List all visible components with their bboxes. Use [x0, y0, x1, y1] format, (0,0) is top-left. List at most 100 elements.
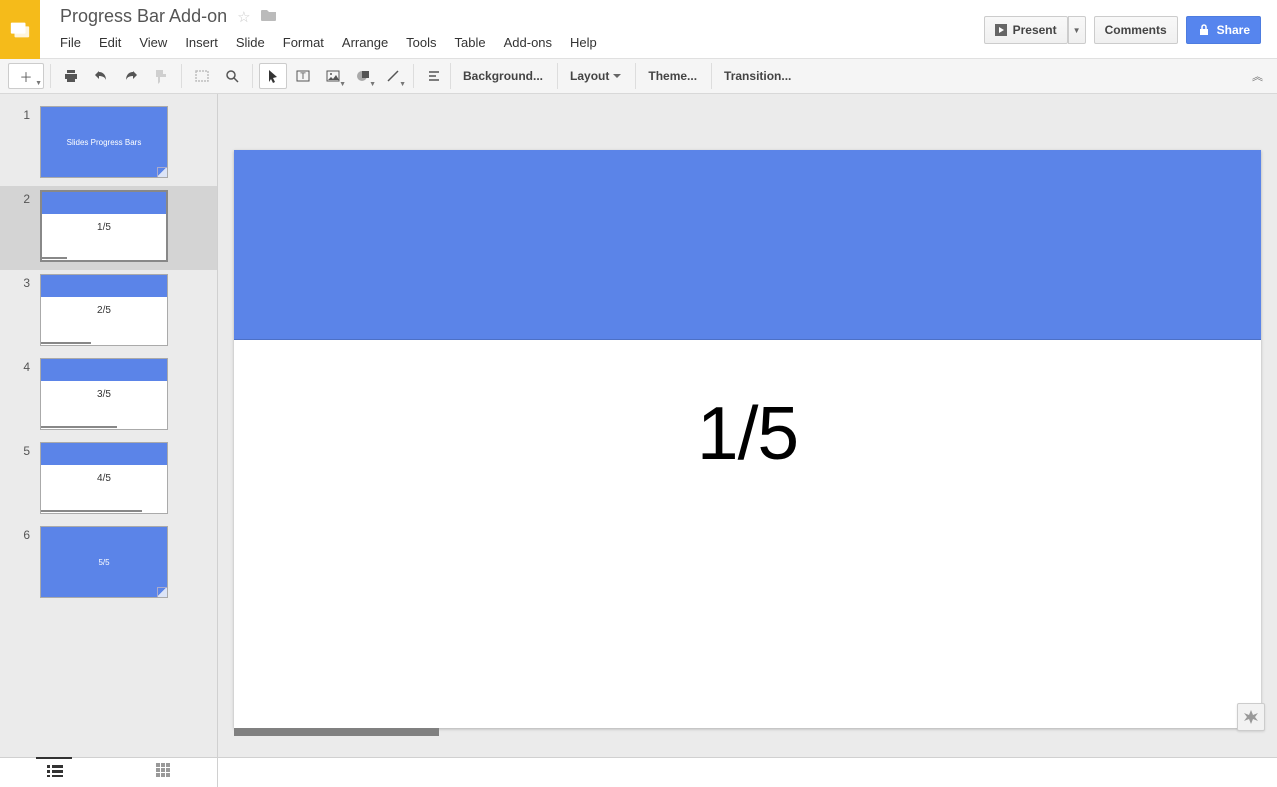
thumbnail-header-shape [41, 359, 167, 381]
slide-thumbnail[interactable]: 5 4/5 [0, 438, 217, 522]
menu-arrange[interactable]: Arrange [342, 35, 388, 50]
shape-tool[interactable]: ▼ [349, 63, 377, 89]
align-button[interactable] [420, 63, 448, 89]
folder-icon[interactable] [261, 8, 277, 26]
slide-number: 5 [10, 442, 40, 458]
thumbnail-header-shape [42, 192, 166, 214]
slide-number: 4 [10, 358, 40, 374]
view-mode-switcher [0, 758, 218, 787]
menu-slide[interactable]: Slide [236, 35, 265, 50]
slide-thumbnail[interactable]: 3 2/5 [0, 270, 217, 354]
separator [50, 64, 51, 88]
comments-label: Comments [1105, 23, 1167, 37]
thumbnail-progress-bar [41, 342, 91, 344]
menu-insert[interactable]: Insert [185, 35, 218, 50]
thumbnail-header-shape [41, 275, 167, 297]
play-icon [995, 24, 1007, 36]
dog-ear-icon [157, 167, 167, 177]
collapse-toolbar-icon[interactable]: ︽ [1252, 68, 1269, 84]
menu-help[interactable]: Help [570, 35, 597, 50]
thumbnail-body-text: 1/5 [42, 222, 166, 233]
menu-format[interactable]: Format [283, 35, 324, 50]
share-button[interactable]: Share [1186, 16, 1261, 44]
workspace: 1Slides Progress Bars21/532/543/554/565/… [0, 94, 1277, 757]
thumbnail-preview[interactable]: 4/5 [40, 442, 168, 514]
transition-button[interactable]: Transition... [711, 63, 803, 89]
redo-button[interactable] [117, 63, 145, 89]
thumbnail-header-shape [41, 443, 167, 465]
menu-addons[interactable]: Add-ons [504, 35, 552, 50]
present-dropdown[interactable]: ▼ [1068, 16, 1086, 44]
star-icon[interactable]: ☆ [237, 8, 250, 26]
canvas-area[interactable]: 1/5 [218, 94, 1277, 757]
slide-header-shape[interactable] [234, 150, 1261, 340]
thumbnail-preview[interactable]: 5/5 [40, 526, 168, 598]
thumbnail-body-text: 4/5 [41, 473, 167, 484]
slide-number: 2 [10, 190, 40, 206]
menu-bar: File Edit View Insert Slide Format Arran… [60, 27, 984, 50]
thumbnail-progress-bar [41, 426, 117, 428]
thumbnail-body-text: 3/5 [41, 389, 167, 400]
slide-thumbnail[interactable]: 2 1/5 [0, 186, 217, 270]
zoom-fit-button[interactable] [188, 63, 216, 89]
print-button[interactable] [57, 63, 85, 89]
slide-number: 6 [10, 526, 40, 542]
separator [413, 64, 414, 88]
filmstrip[interactable]: 1Slides Progress Bars21/532/543/554/565/… [0, 94, 218, 757]
thumbnail-progress-bar [41, 510, 142, 512]
comments-button[interactable]: Comments [1094, 16, 1178, 44]
lock-icon [1197, 23, 1211, 37]
menu-table[interactable]: Table [455, 35, 486, 50]
thumbnail-preview[interactable]: 2/5 [40, 274, 168, 346]
new-slide-button[interactable]: ＋▼ [8, 63, 44, 89]
select-tool[interactable] [259, 63, 287, 89]
thumbnail-progress-bar [42, 257, 67, 259]
header-actions: Present ▼ Comments Share [984, 0, 1277, 44]
slide-canvas[interactable]: 1/5 [234, 150, 1261, 728]
explore-button[interactable] [1237, 703, 1265, 731]
textbox-tool[interactable]: T [289, 63, 317, 89]
separator [252, 64, 253, 88]
slide-progress-bar[interactable] [234, 728, 439, 736]
slides-logo-icon [9, 19, 31, 41]
background-button[interactable]: Background... [450, 63, 555, 89]
title-row: Progress Bar Add-on ☆ [60, 6, 984, 27]
present-label: Present [1013, 23, 1057, 37]
thumbnail-preview[interactable]: 1/5 [40, 190, 168, 262]
thumbnail-preview[interactable]: Slides Progress Bars [40, 106, 168, 178]
share-label: Share [1217, 23, 1250, 37]
toolbar: ＋▼ T ▼ ▼ ▼ Background... Layout Theme...… [0, 59, 1277, 94]
app-header: Progress Bar Add-on ☆ File Edit View Ins… [0, 0, 1277, 59]
separator [181, 64, 182, 88]
thumbnail-title-text: 5/5 [41, 527, 167, 597]
document-title[interactable]: Progress Bar Add-on [60, 6, 227, 27]
slide-number: 3 [10, 274, 40, 290]
dog-ear-icon [157, 587, 167, 597]
menu-edit[interactable]: Edit [99, 35, 121, 50]
slide-body-text[interactable]: 1/5 [234, 390, 1261, 476]
slide-number: 1 [10, 106, 40, 122]
menu-view[interactable]: View [139, 35, 167, 50]
zoom-button[interactable] [218, 63, 246, 89]
slide-thumbnail[interactable]: 65/5 [0, 522, 217, 606]
theme-button[interactable]: Theme... [635, 63, 709, 89]
slides-logo[interactable] [0, 0, 40, 59]
paint-format-button[interactable] [147, 63, 175, 89]
menu-tools[interactable]: Tools [406, 35, 436, 50]
thumbnail-body-text: 2/5 [41, 305, 167, 316]
slide-thumbnail[interactable]: 1Slides Progress Bars [0, 102, 217, 186]
header-main: Progress Bar Add-on ☆ File Edit View Ins… [40, 0, 984, 50]
present-button[interactable]: Present [984, 16, 1068, 44]
undo-button[interactable] [87, 63, 115, 89]
thumbnail-preview[interactable]: 3/5 [40, 358, 168, 430]
layout-button[interactable]: Layout [557, 63, 633, 89]
filmstrip-view-button[interactable] [47, 764, 63, 782]
line-tool[interactable]: ▼ [379, 63, 407, 89]
menu-file[interactable]: File [60, 35, 81, 50]
bottom-bar [0, 757, 1277, 787]
slide-thumbnail[interactable]: 4 3/5 [0, 354, 217, 438]
active-indicator [36, 757, 72, 759]
grid-view-button[interactable] [156, 763, 170, 782]
svg-text:T: T [300, 71, 306, 81]
image-tool[interactable]: ▼ [319, 63, 347, 89]
